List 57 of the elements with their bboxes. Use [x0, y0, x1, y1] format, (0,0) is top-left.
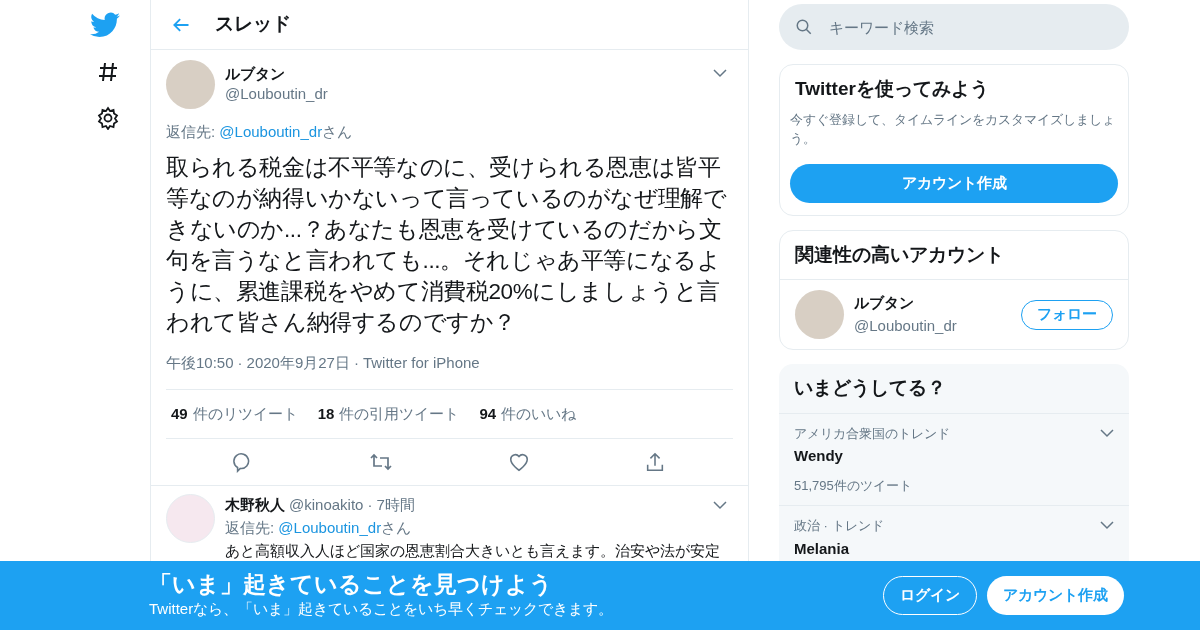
- tweet-time[interactable]: 7時間: [376, 494, 415, 517]
- card-title: 関連性の高いアカウント: [780, 230, 1128, 280]
- header-title: スレッド: [215, 12, 291, 37]
- heart-icon[interactable]: [507, 451, 530, 473]
- retweet-icon[interactable]: [369, 451, 394, 473]
- card-title: いまどうしてる？: [779, 364, 1129, 414]
- stat-count[interactable]: 18: [317, 402, 335, 426]
- stat-label[interactable]: 件の引用ツイート: [339, 402, 460, 426]
- separator-dot: ·: [367, 495, 373, 515]
- search-icon: [795, 18, 813, 36]
- trend-name: Wendy: [794, 446, 844, 466]
- reply-label: 返信先:: [225, 517, 276, 538]
- settings-icon[interactable]: [96, 106, 120, 130]
- banner-title: 「いま」起きていることを見つけよう: [149, 570, 554, 599]
- tweet-time[interactable]: 午後10:50: [166, 351, 234, 374]
- trend-item[interactable]: 政治 · トレンド Melania: [779, 506, 1129, 560]
- tweet-source[interactable]: Twitter for iPhone: [362, 351, 480, 374]
- reply-suffix: さん: [322, 122, 353, 142]
- user-name[interactable]: 木野秋人: [225, 494, 285, 517]
- tweet-count: 51,795件のツイート: [794, 476, 913, 495]
- create-account-button[interactable]: アカウント作成: [987, 576, 1124, 615]
- trend-name: Melania: [794, 538, 851, 559]
- user-name[interactable]: ルブタン: [225, 64, 703, 84]
- stat-count[interactable]: 49: [171, 402, 188, 426]
- stat-label[interactable]: 件のリツイート: [192, 402, 298, 426]
- trend-context: 政治 · トレンド: [794, 517, 885, 535]
- user-handle[interactable]: @Louboutin_dr: [225, 84, 703, 104]
- avatar: [166, 60, 215, 109]
- card-description: 今すぐ登録して、タイムラインをカスタマイズしましょう。: [790, 110, 1116, 148]
- tweet-text: あと高額収入人ほど国家の恩恵割合大きいとも言えます。治安や法が安定: [225, 541, 721, 561]
- create-account-button[interactable]: アカウント作成: [790, 163, 1118, 203]
- tweet-date[interactable]: 2020年9月27日: [246, 351, 350, 374]
- user-handle[interactable]: @kinoakito: [289, 494, 364, 517]
- chevron-down-icon[interactable]: [713, 500, 727, 511]
- reply-suffix: さん: [381, 517, 412, 538]
- bird-logo-icon[interactable]: [90, 12, 120, 38]
- mention-link[interactable]: @Louboutin_dr: [219, 121, 323, 144]
- chevron-down-icon[interactable]: [713, 68, 727, 78]
- avatar: [795, 290, 844, 339]
- chevron-down-icon[interactable]: [1100, 427, 1114, 438]
- trend-context: アメリカ合衆国のトレンド: [794, 424, 951, 443]
- banner-text: Twitterなら、「いま」起きていることをいち早くチェックできます。: [149, 599, 615, 620]
- chevron-down-icon[interactable]: [1100, 520, 1114, 530]
- reply-label: 返信先:: [166, 122, 217, 142]
- hashtag-icon[interactable]: [96, 60, 120, 84]
- user-handle[interactable]: @Louboutin_dr: [854, 314, 1011, 337]
- trend-item[interactable]: アメリカ合衆国のトレンド Wendy 51,795件のツイート: [779, 413, 1129, 506]
- tweet-text: 取られる税金は不平等なのに、受けられる恩恵は皆平等なのが納得いかないって言っているのがなぜ理解できないのか...？あなたも恩恵を受けているのだから文句を言うなと言われても...。それじゃあ平等になるように、累進課税をやめて消費税20%にしましょうと言われて皆さん納得するのですか？: [166, 153, 728, 337]
- separator-dot: ·: [353, 352, 359, 373]
- user-name[interactable]: ルブタン: [854, 292, 1011, 315]
- search-field[interactable]: キーワード検索: [779, 4, 1129, 50]
- separator-dot: ·: [237, 352, 243, 373]
- avatar: [166, 494, 215, 543]
- card-title: Twitterを使ってみよう: [794, 77, 990, 101]
- stat-label[interactable]: 件のいいね: [501, 402, 577, 426]
- mention-link[interactable]: @Louboutin_dr: [278, 516, 382, 539]
- stat-count[interactable]: 94: [479, 402, 497, 426]
